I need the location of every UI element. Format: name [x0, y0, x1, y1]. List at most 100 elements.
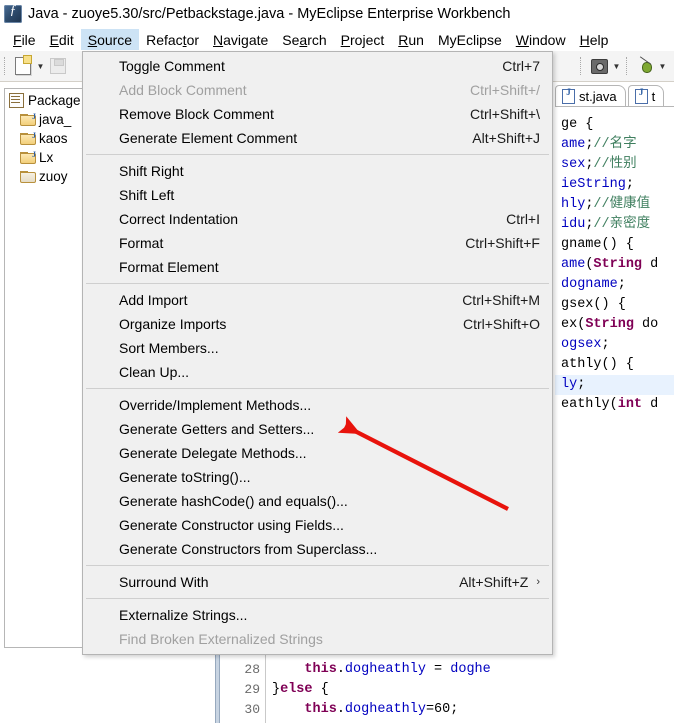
java-package-icon: J: [19, 151, 35, 164]
code-line: ex(String do: [561, 315, 658, 335]
menu-item-shortcut: Ctrl+Shift+/: [470, 82, 540, 98]
java-perspective-icon: [4, 5, 22, 23]
menu-item-format-element[interactable]: Format Element: [83, 255, 552, 279]
menubar-item-search[interactable]: Search: [275, 29, 333, 50]
menu-item-shift-left[interactable]: Shift Left: [83, 183, 552, 207]
code-line: ge {: [561, 115, 658, 135]
menu-item-label: Generate Element Comment: [119, 130, 454, 146]
menu-item-surround-with[interactable]: Surround WithAlt+Shift+Z›: [83, 570, 552, 594]
menu-item-add-import[interactable]: Add Import Ctrl+Shift+M: [83, 288, 552, 312]
menu-item-shortcut: Ctrl+Shift+M: [462, 292, 540, 308]
package-explorer-item[interactable]: zuoy: [5, 167, 82, 186]
menu-item-generate-tostring[interactable]: Generate toString()...: [83, 465, 552, 489]
code-line: this.dogheathly = doghe: [272, 660, 491, 680]
menubar-item-source[interactable]: Source: [81, 29, 139, 50]
menu-item-label: Clean Up...: [119, 364, 540, 380]
menu-item-toggle-comment[interactable]: Toggle CommentCtrl+7: [83, 54, 552, 78]
menubar-item-navigate[interactable]: Navigate: [206, 29, 275, 50]
menu-item-generate-hashcode-and-equals[interactable]: Generate hashCode() and equals()...: [83, 489, 552, 513]
editor-tab[interactable]: st.java: [555, 85, 626, 106]
menu-item-remove-block-comment[interactable]: Remove Block CommentCtrl+Shift+\: [83, 102, 552, 126]
package-explorer-item-label: zuoy: [39, 169, 68, 184]
editor-tab[interactable]: t: [628, 85, 665, 106]
package-explorer-icon: [9, 93, 24, 108]
package-explorer-view[interactable]: Package Jjava_Jkaos J Lx zuoy: [4, 88, 82, 648]
menu-item-sort-members[interactable]: Sort Members...: [83, 336, 552, 360]
code-editor-pane[interactable]: ge {ame;//名字sex;//性别ieString;hly;//健康值id…: [555, 106, 674, 723]
package-explorer-tree[interactable]: Jjava_Jkaos J Lx zuoy: [5, 110, 82, 186]
menu-item-shortcut: Ctrl+Shift+F: [465, 235, 540, 251]
code-line: gsex() {: [561, 295, 658, 315]
code-line: ieString;: [561, 175, 658, 195]
line-number: 29: [224, 680, 260, 700]
menu-item-label: Add Import: [119, 292, 444, 308]
camera-icon[interactable]: [588, 55, 610, 77]
source-menu-dropdown[interactable]: Toggle CommentCtrl+7 Add Block Comment Ctr…: [82, 51, 553, 655]
menu-item-find-broken-externalized-strings: Find Broken Externalized Strings: [83, 627, 552, 651]
menubar-item-project[interactable]: Project: [334, 29, 392, 50]
menu-item-label: Format Element: [119, 259, 540, 275]
menu-item-override-implement-methods[interactable]: Override/Implement Methods...: [83, 393, 552, 417]
editor-tab-label: st.java: [579, 89, 617, 104]
menubar-item-refactor[interactable]: Refactor: [139, 29, 206, 50]
package-explorer-item[interactable]: Jkaos: [5, 129, 82, 148]
menubar-item-myeclipse[interactable]: MyEclipse: [431, 29, 509, 50]
new-icon[interactable]: [12, 55, 34, 77]
package-explorer-item-label: Lx: [39, 150, 53, 165]
package-explorer-title: Package: [28, 93, 81, 108]
package-explorer-item-label: kaos: [39, 131, 68, 146]
menu-item-shortcut: Alt+Shift+J: [472, 130, 540, 146]
menu-item-generate-constructor-using-fields[interactable]: Generate Constructor using Fields...: [83, 513, 552, 537]
toolbar-separator: [580, 57, 583, 75]
window-title: Java - zuoye5.30/src/Petbackstage.java -…: [28, 6, 510, 22]
package-explorer-item[interactable]: Jjava_: [5, 110, 82, 129]
menu-item-externalize-strings[interactable]: Externalize Strings...: [83, 603, 552, 627]
menu-item-label: Surround With: [119, 574, 441, 590]
menu-item-label: Add Block Comment: [119, 82, 452, 98]
menu-item-clean-up[interactable]: Clean Up...: [83, 360, 552, 384]
new-dropdown-chevron-down-icon[interactable]: ▼: [35, 56, 46, 76]
menu-item-label: Generate Constructors from Superclass...: [119, 541, 540, 557]
debug-bug-icon[interactable]: [634, 55, 656, 77]
package-explorer-item[interactable]: J Lx: [5, 148, 82, 167]
folder-icon: [19, 170, 35, 183]
code-line: ame(String d: [561, 255, 658, 275]
code-line: hly;//健康值: [561, 195, 658, 215]
menu-item-shift-right[interactable]: Shift Right: [83, 159, 552, 183]
editor-tab-label: t: [652, 89, 656, 104]
window-titlebar: Java - zuoye5.30/src/Petbackstage.java -…: [0, 0, 674, 27]
code-editor-text: ge {ame;//名字sex;//性别ieString;hly;//健康值id…: [561, 115, 658, 415]
menu-item-generate-delegate-methods[interactable]: Generate Delegate Methods...: [83, 441, 552, 465]
menu-item-shortcut: Ctrl+I: [506, 211, 540, 227]
menu-item-add-block-comment: Add Block Comment Ctrl+Shift+/: [83, 78, 552, 102]
toolbar-separator: [4, 57, 7, 75]
menubar-item-edit[interactable]: Edit: [43, 29, 81, 50]
menu-item-generate-element-comment[interactable]: Generate Element Comment Alt+Shift+J: [83, 126, 552, 150]
menu-item-organize-imports[interactable]: Organize ImportsCtrl+Shift+O: [83, 312, 552, 336]
code-line: ly;: [561, 375, 658, 395]
code-line: ame;//名字: [561, 135, 658, 155]
menu-item-label: Generate hashCode() and equals()...: [119, 493, 540, 509]
menu-item-shortcut: Ctrl+Shift+\: [470, 106, 540, 122]
menu-item-shortcut: Alt+Shift+Z: [459, 574, 528, 590]
menubar-item-file[interactable]: File: [6, 29, 43, 50]
menu-item-label: Sort Members...: [119, 340, 540, 356]
menubar-item-help[interactable]: Help: [573, 29, 616, 50]
code-line: sex;//性别: [561, 155, 658, 175]
menu-item-format[interactable]: FormatCtrl+Shift+F: [83, 231, 552, 255]
menu-item-label: Shift Right: [119, 163, 540, 179]
menu-item-label: Generate Constructor using Fields...: [119, 517, 540, 533]
menu-item-shortcut: Ctrl+Shift+O: [463, 316, 540, 332]
menu-item-shortcut: Ctrl+7: [502, 58, 540, 74]
menu-item-generate-getters-and-setters[interactable]: Generate Getters and Setters...: [83, 417, 552, 441]
menu-item-correct-indentation[interactable]: Correct IndentationCtrl+I: [83, 207, 552, 231]
menubar-item-run[interactable]: Run: [391, 29, 431, 50]
code-line: athly() {: [561, 355, 658, 375]
menu-item-generate-constructors-from-superclass[interactable]: Generate Constructors from Superclass...: [83, 537, 552, 561]
menubar-item-window[interactable]: Window: [509, 29, 573, 50]
camera-dropdown-chevron-down-icon[interactable]: ▼: [611, 56, 622, 76]
menu-item-label: Generate Getters and Setters...: [119, 421, 540, 437]
debug-dropdown-chevron-down-icon[interactable]: ▼: [657, 56, 668, 76]
save-icon[interactable]: [47, 55, 69, 77]
menu-separator: [86, 283, 549, 284]
